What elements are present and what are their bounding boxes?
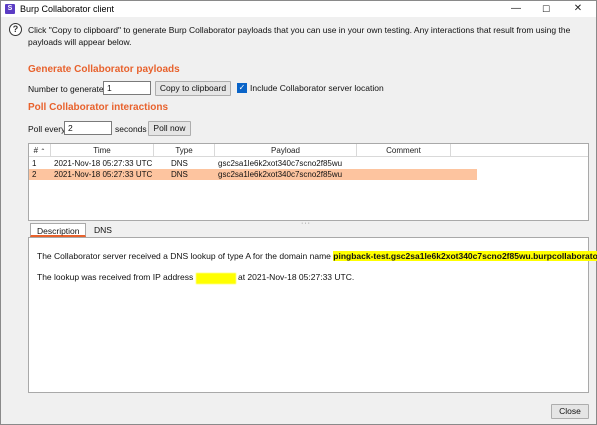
table-header: # ⌃ Time Type Payload Comment	[29, 144, 588, 157]
lookup-description-line: The Collaborator server received a DNS l…	[37, 250, 597, 263]
row-type: DNS	[171, 170, 188, 179]
collaborator-window: S Burp Collaborator client — ☐ ✕ ? Click…	[0, 0, 597, 425]
maximize-icon[interactable]: ☐	[531, 1, 561, 17]
redacted-ip-address: xxx	[195, 273, 236, 284]
row-time: 2021-Nov-18 05:27:33 UTC	[54, 170, 153, 179]
poll-interval-input[interactable]: 2	[64, 121, 112, 135]
source-ip-line: The lookup was received from IP address …	[37, 271, 354, 284]
description-panel: The Collaborator server received a DNS l…	[28, 237, 597, 393]
copy-to-clipboard-button[interactable]: Copy to clipboard	[155, 81, 231, 96]
row-number: 2	[32, 170, 37, 179]
column-header-payload[interactable]: Payload	[215, 144, 357, 157]
source-ip-text: The lookup was received from IP address	[37, 272, 194, 282]
generate-heading: Generate Collaborator payloads	[28, 64, 180, 75]
close-button[interactable]: Close	[551, 404, 589, 419]
sort-chevron-icon: ⌃	[40, 149, 46, 155]
domain-name: pingback-test.gsc2sa1le6k2xot340c7scno2f…	[333, 251, 597, 261]
column-header-comment[interactable]: Comment	[357, 144, 451, 157]
tab-dns-query[interactable]: DNS query	[88, 223, 138, 249]
pane-splitter-handle[interactable]: ···	[301, 220, 311, 227]
number-input[interactable]: 1	[103, 81, 151, 95]
table-row-selected[interactable]: 2 2021-Nov-18 05:27:33 UTC DNS gsc2sa1le…	[29, 169, 477, 180]
help-icon[interactable]: ?	[9, 23, 22, 36]
lookup-timestamp-text: at 2021-Nov-18 05:27:33 UTC.	[237, 272, 355, 282]
burp-icon: S	[5, 4, 15, 14]
close-icon[interactable]: ✕	[563, 1, 593, 17]
column-header-num[interactable]: # ⌃	[29, 144, 51, 157]
include-location-label: Include Collaborator server location	[250, 83, 384, 93]
intro-text: Click "Copy to clipboard" to generate Bu…	[28, 25, 571, 47]
interactions-table: # ⌃ Time Type Payload Comment 1 2021-Nov…	[28, 143, 589, 221]
lookup-description-text: The Collaborator server received a DNS l…	[37, 251, 331, 261]
title-bar: S Burp Collaborator client — ☐ ✕	[1, 1, 596, 17]
seconds-label: seconds	[115, 124, 147, 134]
row-number: 1	[32, 159, 37, 168]
poll-now-button[interactable]: Poll now	[148, 121, 191, 136]
row-payload: gsc2sa1le6k2xot340c7scno2f85wu	[218, 170, 343, 179]
window-title: Burp Collaborator client	[20, 4, 115, 14]
number-label: Number to generate:	[28, 84, 106, 94]
column-header-type[interactable]: Type	[154, 144, 215, 157]
poll-every-label: Poll every	[28, 124, 66, 134]
include-location-checkbox[interactable]: ✓	[237, 83, 247, 93]
row-type: DNS	[171, 159, 188, 168]
row-time: 2021-Nov-18 05:27:33 UTC	[54, 159, 153, 168]
table-row[interactable]: 1 2021-Nov-18 05:27:33 UTC DNS gsc2sa1le…	[29, 158, 477, 169]
column-header-time[interactable]: Time	[51, 144, 154, 157]
minimize-icon[interactable]: —	[501, 1, 531, 17]
tab-description[interactable]: Description	[30, 223, 86, 237]
poll-heading: Poll Collaborator interactions	[28, 102, 169, 113]
row-payload: gsc2sa1le6k2xot340c7scno2f85wu	[218, 159, 343, 168]
